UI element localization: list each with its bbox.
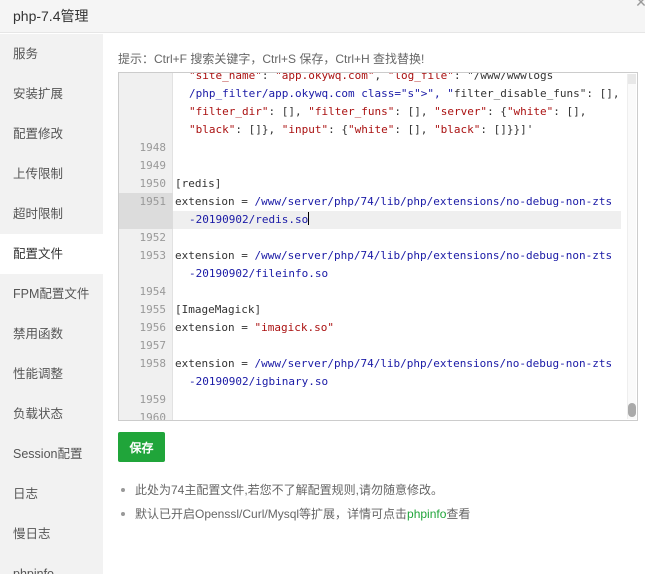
editor-line[interactable]: 1949 <box>119 157 637 175</box>
editor-line[interactable]: 1959 <box>119 391 637 409</box>
line-code[interactable]: [redis] <box>175 175 221 193</box>
line-code[interactable]: extension = "imagick.so" <box>175 319 334 337</box>
line-number: 1957 <box>139 339 167 352</box>
phpinfo-link[interactable]: phpinfo <box>407 507 446 521</box>
line-code[interactable]: "filter_dir": [], "filter_funs": [], "se… <box>189 103 586 121</box>
line-number: 1948 <box>139 141 167 154</box>
editor-line[interactable]: -20190902/redis.so <box>119 211 637 229</box>
sidebar-item-log[interactable]: 日志 <box>0 474 103 514</box>
shortcut-tip: 提示：Ctrl+F 搜索关键字，Ctrl+S 保存，Ctrl+H 查找替换! <box>118 52 425 66</box>
line-code[interactable]: extension = /www/server/php/74/lib/php/e… <box>175 193 612 211</box>
editor-line[interactable]: 1957 <box>119 337 637 355</box>
editor-line[interactable]: "site_name": "app.okywq.com", "log_file"… <box>119 73 637 85</box>
note-item: 默认已开启Openssl/Curl/Mysql等扩展，详情可点击phpinfo查… <box>121 505 470 529</box>
scrollbar-thumb[interactable] <box>628 403 636 417</box>
editor-scrollbar[interactable] <box>627 74 636 419</box>
sidebar-item-timeout-limit[interactable]: 超时限制 <box>0 194 103 234</box>
editor-line[interactable]: 1948 <box>119 139 637 157</box>
sidebar: 服务 安装扩展 配置修改 上传限制 超时限制 配置文件 FPM配置文件 禁用函数… <box>0 34 103 574</box>
line-number: 1956 <box>139 321 167 334</box>
sidebar-item-config-modify[interactable]: 配置修改 <box>0 114 103 154</box>
save-button[interactable]: 保存 <box>118 432 165 462</box>
line-number: 1952 <box>139 231 167 244</box>
editor-line[interactable]: "filter_dir": [], "filter_funs": [], "se… <box>119 103 637 121</box>
editor-line[interactable]: -20190902/fileinfo.so <box>119 265 637 283</box>
note-text-suffix: 查看 <box>446 507 471 521</box>
line-number: 1951 <box>139 195 167 208</box>
line-number: 1953 <box>139 249 167 262</box>
line-code[interactable]: -20190902/fileinfo.so <box>189 265 328 283</box>
sidebar-item-upload-limit[interactable]: 上传限制 <box>0 154 103 194</box>
editor-line[interactable]: -20190902/igbinary.so <box>119 373 637 391</box>
line-number: 1954 <box>139 285 167 298</box>
notes-list: 此处为74主配置文件,若您不了解配置规则,请勿随意修改。 默认已开启Openss… <box>121 481 470 529</box>
sidebar-item-service[interactable]: 服务 <box>0 34 103 74</box>
window-title: php-7.4管理 <box>13 8 89 24</box>
scrollbar-track-top <box>628 74 636 84</box>
editor-line[interactable]: 1952 <box>119 229 637 247</box>
sidebar-item-slow-log[interactable]: 慢日志 <box>0 514 103 554</box>
line-number: 1949 <box>139 159 167 172</box>
editor-line[interactable]: /php_filter/app.okywq.com class="s">", "… <box>119 85 637 103</box>
sidebar-item-phpinfo[interactable]: phpinfo <box>0 554 103 574</box>
close-icon[interactable]: ✕ <box>633 0 645 10</box>
line-code[interactable]: [ImageMagick] <box>175 301 261 319</box>
note-item: 此处为74主配置文件,若您不了解配置规则,请勿随意修改。 <box>121 481 470 505</box>
text-cursor <box>308 212 310 225</box>
sidebar-item-config-file[interactable]: 配置文件 <box>0 234 103 274</box>
sidebar-item-install-extensions[interactable]: 安装扩展 <box>0 74 103 114</box>
line-number: 1958 <box>139 357 167 370</box>
note-text: 此处为74主配置文件,若您不了解配置规则,请勿随意修改。 <box>135 483 444 497</box>
sidebar-item-fpm-config-file[interactable]: FPM配置文件 <box>0 274 103 314</box>
editor-line[interactable]: 1955 [ImageMagick] <box>119 301 637 319</box>
sidebar-item-load-status[interactable]: 负载状态 <box>0 394 103 434</box>
editor-line[interactable]: 1956 extension = "imagick.so" <box>119 319 637 337</box>
editor-line[interactable]: 1954 <box>119 283 637 301</box>
main-panel: 提示：Ctrl+F 搜索关键字，Ctrl+S 保存，Ctrl+H 查找替换! "… <box>103 34 645 574</box>
config-editor[interactable]: "site_name": "app.okywq.com", "log_file"… <box>118 72 638 421</box>
line-code[interactable]: -20190902/redis.so <box>189 211 310 229</box>
sidebar-item-performance[interactable]: 性能调整 <box>0 354 103 394</box>
editor-line[interactable]: 1958 extension = /www/server/php/74/lib/p… <box>119 355 637 373</box>
editor-lines[interactable]: "site_name": "app.okywq.com", "log_file"… <box>119 73 637 421</box>
editor-line[interactable]: 1953 extension = /www/server/php/74/lib/p… <box>119 247 637 265</box>
line-number: 1955 <box>139 303 167 316</box>
title-bar: php-7.4管理 ✕ <box>0 0 645 33</box>
line-code[interactable]: /php_filter/app.okywq.com class="s">", "… <box>189 85 620 103</box>
editor-line[interactable]: 1960 <box>119 409 637 421</box>
line-number: 1950 <box>139 177 167 190</box>
line-code[interactable]: extension = /www/server/php/74/lib/php/e… <box>175 355 612 373</box>
line-number: 1959 <box>139 393 167 406</box>
sidebar-item-disabled-functions[interactable]: 禁用函数 <box>0 314 103 354</box>
editor-line[interactable]: 1950 [redis] <box>119 175 637 193</box>
editor-line[interactable]: 1951 extension = /www/server/php/74/lib/p… <box>119 193 637 229</box>
line-number: 1960 <box>139 411 167 421</box>
note-text-prefix: 默认已开启Openssl/Curl/Mysql等扩展，详情可点击 <box>135 507 408 521</box>
editor-line[interactable]: "black": []}, "input": {"white": [], "bl… <box>119 121 637 139</box>
line-code[interactable]: -20190902/igbinary.so <box>189 373 328 391</box>
line-code[interactable]: "black": []}, "input": {"white": [], "bl… <box>189 121 533 139</box>
sidebar-item-session-config[interactable]: Session配置 <box>0 434 103 474</box>
line-code[interactable]: extension = /www/server/php/74/lib/php/e… <box>175 247 612 265</box>
line-code[interactable]: "site_name": "app.okywq.com", "log_file"… <box>189 73 553 85</box>
